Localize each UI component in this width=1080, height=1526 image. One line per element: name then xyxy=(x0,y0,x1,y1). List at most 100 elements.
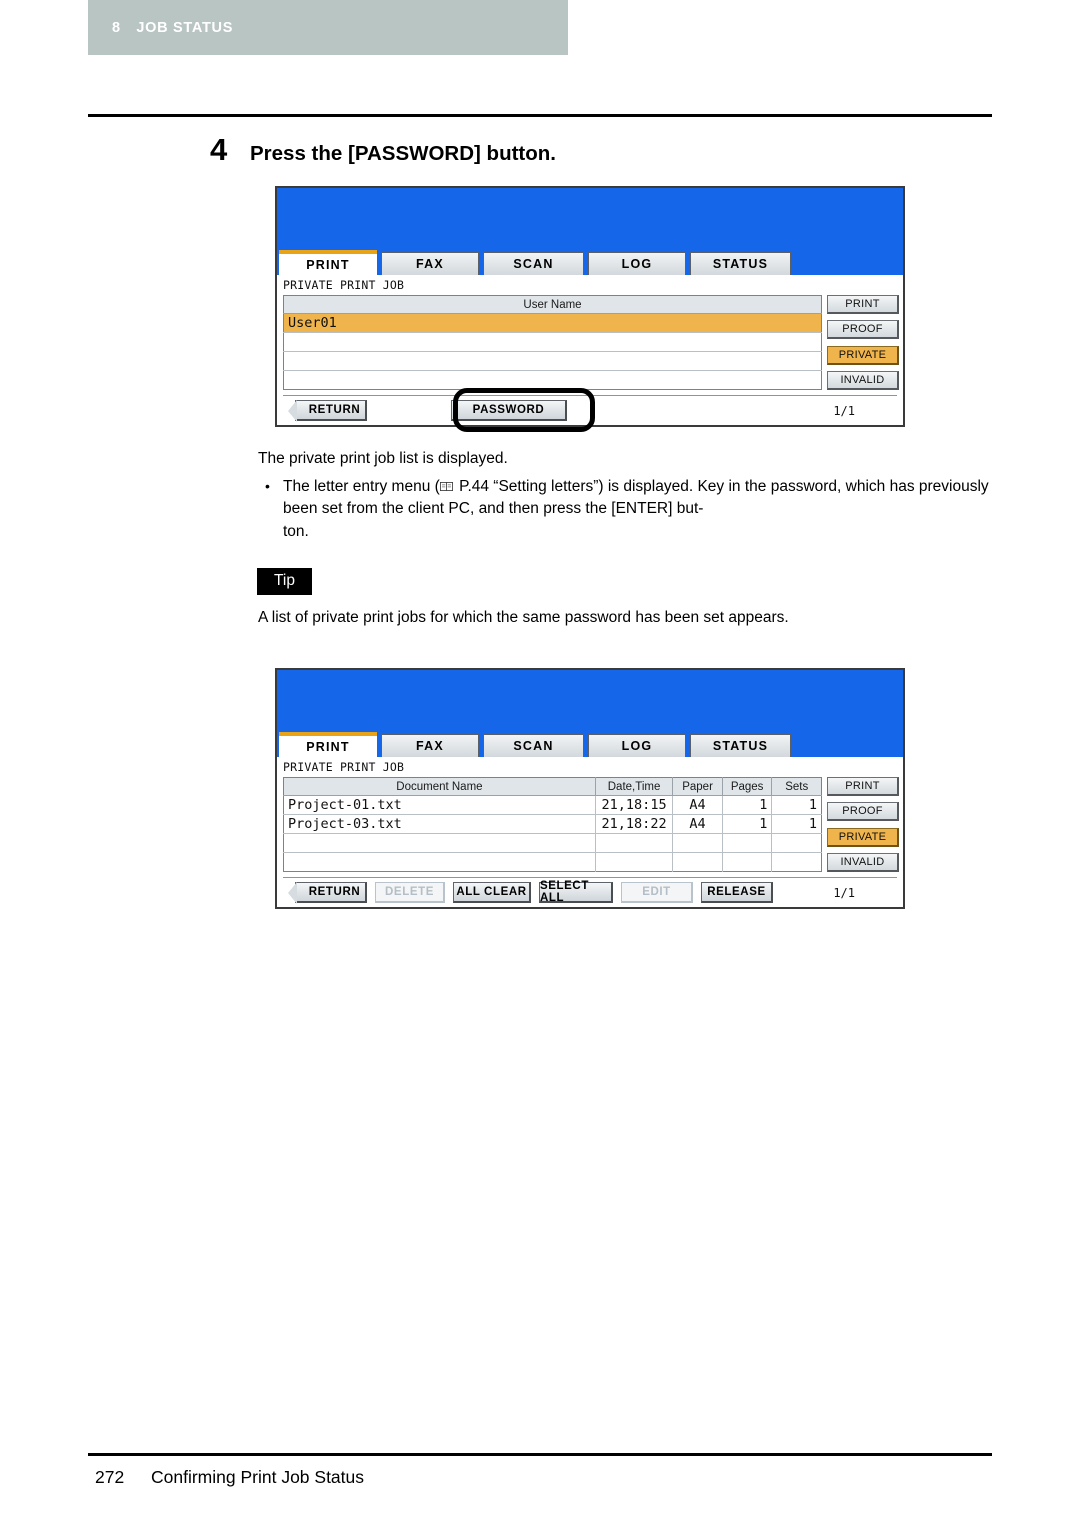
cell-sets xyxy=(771,833,822,853)
bullet-text: The letter entry menu ( P.44 “Setting le… xyxy=(283,476,995,521)
tab-log[interactable]: LOG xyxy=(588,734,686,757)
cell-sets xyxy=(772,853,822,872)
book-icon xyxy=(439,482,453,491)
tab-status-label: STATUS xyxy=(712,257,769,271)
step-title: Press the [PASSWORD] button. xyxy=(250,142,556,165)
cell-paper xyxy=(672,852,723,872)
column-date-time: Date,Time xyxy=(595,777,674,796)
tab-fax[interactable]: FAX xyxy=(381,734,479,757)
edit-button[interactable]: EDIT xyxy=(621,882,693,903)
tab-log-label: LOG xyxy=(621,739,653,753)
tip-text: A list of private print jobs for which t… xyxy=(258,607,988,629)
side-button-private[interactable]: PRIVATE xyxy=(827,345,899,365)
table-row[interactable]: User01 xyxy=(283,313,822,333)
table-row[interactable] xyxy=(283,351,822,371)
tab-fax-label: FAX xyxy=(416,739,444,753)
tab-log[interactable]: LOG xyxy=(588,252,686,275)
side-button-invalid-label: INVALID xyxy=(840,373,885,386)
side-button-print[interactable]: PRINT xyxy=(827,777,899,796)
tab-status[interactable]: STATUS xyxy=(690,252,791,275)
bullet-marker: • xyxy=(265,478,270,494)
tab-scan[interactable]: SCAN xyxy=(483,734,584,757)
side-button-private[interactable]: PRIVATE xyxy=(827,827,899,847)
side-button-group-docs: PRINT PROOF PRIVATE INVALID xyxy=(827,777,899,872)
cell-user-name xyxy=(284,371,822,390)
tab-print-label: PRINT xyxy=(306,739,350,754)
page-indicator: 1/1 xyxy=(833,403,855,418)
cell-document-name xyxy=(283,852,596,872)
bullet-text-part-c: ton. xyxy=(283,522,309,540)
running-head: 8 JOB STATUS xyxy=(88,0,568,55)
select-all-button[interactable]: SELECT ALL xyxy=(539,880,613,904)
side-button-invalid-label: INVALID xyxy=(840,855,885,868)
bullet-text-part-a: The letter entry menu ( xyxy=(283,478,440,495)
column-pages: Pages xyxy=(722,777,773,796)
panel-body-document-list: PRIVATE PRINT JOB Document Name Date,Tim… xyxy=(277,757,903,907)
list-area-user: User Name User01 PRINT PROOF PRIVATE INV… xyxy=(277,295,903,390)
table-row[interactable] xyxy=(283,332,822,352)
delete-button[interactable]: DELETE xyxy=(375,882,445,903)
cell-pages: 1 xyxy=(722,795,773,815)
column-sets: Sets xyxy=(771,777,822,796)
tab-scan[interactable]: SCAN xyxy=(483,252,584,275)
page-footer: 272 Confirming Print Job Status xyxy=(95,1467,364,1488)
table-header-row: User Name xyxy=(283,295,822,314)
top-rule xyxy=(88,114,992,117)
all-clear-button[interactable]: ALL CLEAR xyxy=(453,882,531,903)
side-button-proof[interactable]: PROOF xyxy=(827,802,899,822)
tab-print[interactable]: PRINT xyxy=(279,250,377,275)
bullet-letter-entry: • The letter entry menu ( P.44 “Setting … xyxy=(265,476,995,543)
return-button[interactable]: RETURN xyxy=(288,400,367,422)
device-panel-document-list: PRINT FAX SCAN LOG STATUS PRIVATE PRINT … xyxy=(275,668,905,909)
password-button[interactable]: PASSWORD xyxy=(451,400,567,421)
return-button[interactable]: RETURN xyxy=(288,882,367,904)
cell-paper xyxy=(672,833,723,853)
release-button[interactable]: RELEASE xyxy=(701,882,773,903)
panel-footer-docs: RETURN DELETE ALL CLEAR SELECT ALL EDIT … xyxy=(283,877,897,907)
user-name-table: User Name User01 xyxy=(283,295,822,390)
side-button-proof-label: PROOF xyxy=(842,805,883,818)
tab-status[interactable]: STATUS xyxy=(690,734,791,757)
table-row[interactable]: Project-03.txt 21,18:22 A4 1 1 xyxy=(283,814,822,834)
tab-bar-user-panel: PRINT FAX SCAN LOG STATUS xyxy=(277,250,903,275)
table-row[interactable] xyxy=(284,371,822,390)
bottom-rule xyxy=(88,1453,992,1456)
step-number: 4 xyxy=(210,132,228,167)
release-button-label: RELEASE xyxy=(707,886,766,898)
column-user-name: User Name xyxy=(283,295,822,314)
cell-document-name xyxy=(283,833,596,853)
document-table: Document Name Date,Time Paper Pages Sets… xyxy=(283,777,822,872)
table-row[interactable] xyxy=(283,833,822,853)
panel-body-user-list: PRIVATE PRINT JOB User Name User01 PRINT… xyxy=(277,275,903,425)
table-row[interactable] xyxy=(283,852,822,872)
cell-paper: A4 xyxy=(672,814,723,834)
tip-badge: Tip xyxy=(257,568,312,595)
tab-fax-label: FAX xyxy=(416,257,444,271)
side-button-invalid[interactable]: INVALID xyxy=(827,852,899,872)
return-button-label: RETURN xyxy=(308,886,361,898)
edit-button-label: EDIT xyxy=(642,886,671,898)
delete-button-label: DELETE xyxy=(385,886,434,898)
tab-status-label: STATUS xyxy=(712,739,769,753)
cell-user-name: User01 xyxy=(283,313,822,333)
side-button-proof[interactable]: PROOF xyxy=(827,320,899,340)
cell-user-name xyxy=(283,332,822,352)
tab-log-label: LOG xyxy=(621,257,653,271)
tab-print-label: PRINT xyxy=(306,257,350,272)
table-row[interactable]: Project-01.txt 21,18:15 A4 1 1 xyxy=(283,795,822,815)
side-button-print-label: PRINT xyxy=(845,298,880,310)
tip-text-line: A list of private print jobs for which t… xyxy=(258,609,789,626)
bullet-continuation-spacer xyxy=(265,521,283,543)
side-button-print[interactable]: PRINT xyxy=(827,295,899,314)
cell-document-name: Project-01.txt xyxy=(283,795,596,815)
column-document-name: Document Name xyxy=(283,777,596,796)
tab-fax[interactable]: FAX xyxy=(381,252,479,275)
caption-private-print-list: The private print job list is displayed. xyxy=(258,448,978,470)
cell-pages: 1 xyxy=(722,814,773,834)
cell-date-time xyxy=(595,833,674,853)
tab-print[interactable]: PRINT xyxy=(279,732,377,757)
tab-scan-label: SCAN xyxy=(513,739,554,753)
cell-date-time xyxy=(595,852,674,872)
side-button-invalid[interactable]: INVALID xyxy=(827,370,899,390)
footer-page-number: 272 xyxy=(95,1467,125,1487)
